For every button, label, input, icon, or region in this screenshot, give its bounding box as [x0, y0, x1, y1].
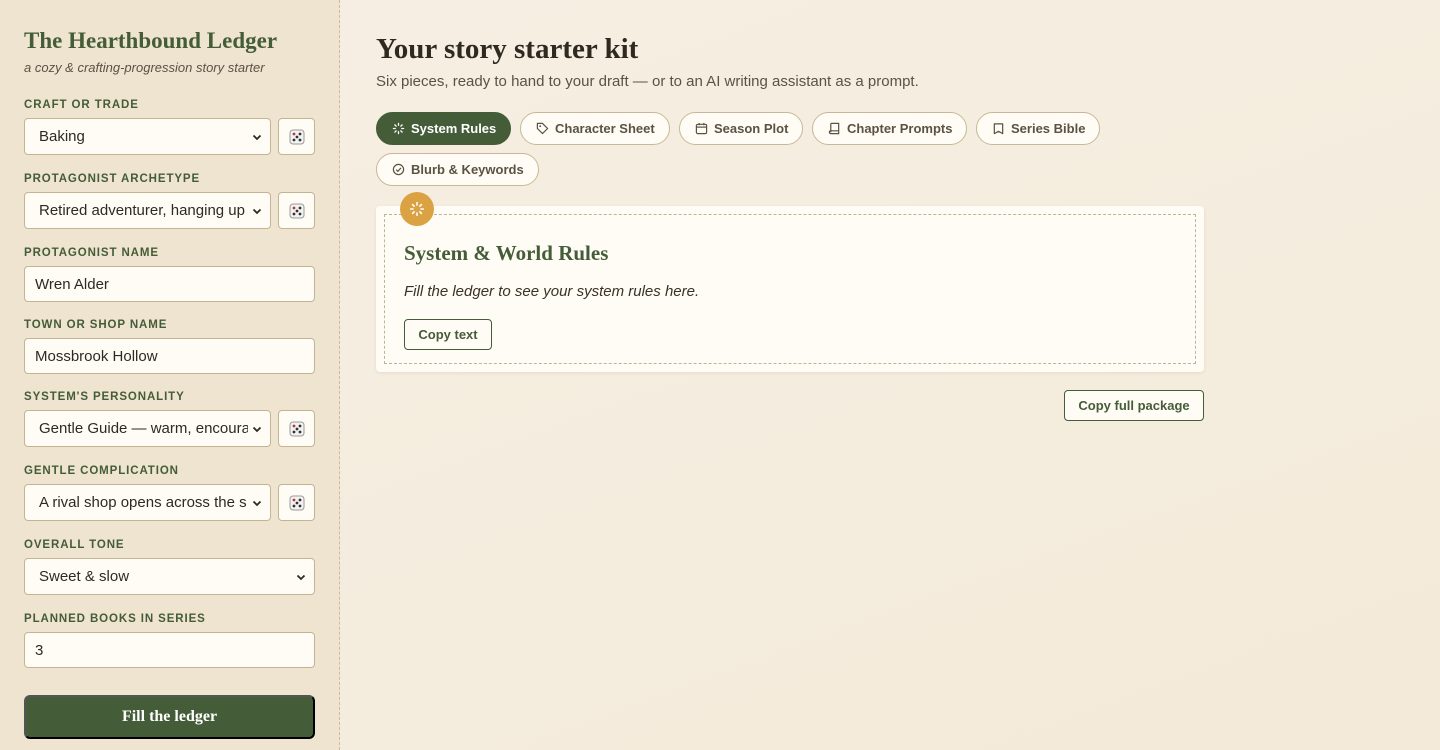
randomize-personality-button[interactable] [278, 410, 315, 447]
dice-icon [289, 129, 304, 144]
tab-chapter-prompts[interactable]: Chapter Prompts [812, 112, 968, 145]
name-field: Protagonist Name Wren Alder [24, 246, 315, 302]
randomize-archetype-button[interactable] [278, 192, 315, 229]
copy-full-package-button[interactable]: Copy full package [1064, 390, 1204, 421]
tab-character-sheet[interactable]: Character Sheet [520, 112, 670, 145]
content-card: System & World Rules Fill the ledger to … [376, 192, 1204, 372]
app-subtitle: a cozy & crafting-progression story star… [24, 60, 265, 75]
personality-field: System's Personality Gentle Guide — warm… [24, 390, 315, 447]
complication-label: Gentle Complication [24, 465, 179, 477]
name-label: Protagonist Name [24, 247, 159, 259]
chevron-down-icon [252, 208, 262, 214]
check-circle-icon [392, 163, 405, 176]
page-title: Your story starter kit [376, 33, 639, 65]
card-badge [400, 192, 434, 226]
randomize-complication-button[interactable] [278, 484, 315, 521]
chevron-down-icon [252, 426, 262, 432]
archetype-select-value: Retired adventurer, hanging up [39, 202, 245, 219]
app-title: The Hearthbound Ledger [24, 28, 278, 53]
tone-select-value: Sweet & slow [39, 568, 130, 585]
personality-label: System's Personality [24, 391, 185, 403]
dice-icon [289, 495, 304, 510]
copy-text-button[interactable]: Copy text [404, 319, 492, 350]
books-count-input[interactable]: 3 [24, 632, 315, 668]
chevron-down-icon [252, 500, 262, 506]
spinner-icon [409, 201, 425, 217]
dice-icon [289, 421, 304, 436]
tab-label: Character Sheet [555, 121, 655, 136]
card-title: System & World Rules [404, 241, 609, 265]
tab-season-plot[interactable]: Season Plot [679, 112, 804, 145]
personality-select-value: Gentle Guide — warm, encoura [39, 420, 248, 437]
complication-select-value: A rival shop opens across the s [39, 494, 247, 511]
tab-label: Series Bible [1011, 121, 1086, 136]
open-book-icon [993, 123, 1004, 135]
tone-field: Overall Tone Sweet & slow [24, 538, 315, 595]
chevron-down-icon [252, 134, 262, 140]
books-label: Planned Books in Series [24, 613, 206, 625]
archetype-select[interactable]: Retired adventurer, hanging up [24, 192, 271, 229]
personality-select[interactable]: Gentle Guide — warm, encoura [24, 410, 271, 447]
spinner-icon [392, 122, 405, 135]
town-label: Town or Shop Name [24, 319, 168, 331]
tone-select[interactable]: Sweet & slow [24, 558, 315, 595]
tag-icon [536, 122, 549, 135]
craft-field: Craft or Trade Baking [24, 98, 315, 155]
craft-label: Craft or Trade [24, 99, 139, 111]
archetype-label: Protagonist Archetype [24, 173, 201, 185]
fill-ledger-button[interactable]: Fill the ledger [24, 695, 315, 739]
tab-label: Season Plot [714, 121, 789, 136]
tab-series-bible[interactable]: Series Bible [976, 112, 1101, 145]
randomize-craft-button[interactable] [278, 118, 315, 155]
tone-label: Overall Tone [24, 539, 125, 551]
protagonist-name-input[interactable]: Wren Alder [24, 266, 315, 302]
calendar-icon [695, 122, 708, 135]
town-field: Town or Shop Name Mossbrook Hollow [24, 318, 315, 374]
complication-field: Gentle Complication A rival shop opens a… [24, 464, 315, 521]
card-placeholder-text: Fill the ledger to see your system rules… [404, 283, 700, 300]
complication-select[interactable]: A rival shop opens across the s [24, 484, 271, 521]
dice-icon [289, 203, 304, 218]
craft-select[interactable]: Baking [24, 118, 271, 155]
book-icon [828, 122, 840, 135]
tab-label: Blurb & Keywords [411, 162, 524, 177]
tab-label: Chapter Prompts [847, 121, 953, 136]
craft-select-value: Baking [39, 128, 85, 145]
tab-system-rules[interactable]: System Rules [376, 112, 512, 145]
page-subtitle: Six pieces, ready to hand to your draft … [376, 73, 919, 90]
chevron-down-icon [296, 574, 306, 580]
town-name-input[interactable]: Mossbrook Hollow [24, 338, 315, 374]
tab-label: System Rules [411, 121, 497, 136]
tab-blurb-keywords[interactable]: Blurb & Keywords [376, 153, 539, 186]
books-field: Planned Books in Series 3 [24, 612, 315, 668]
archetype-field: Protagonist Archetype Retired adventurer… [24, 172, 315, 229]
